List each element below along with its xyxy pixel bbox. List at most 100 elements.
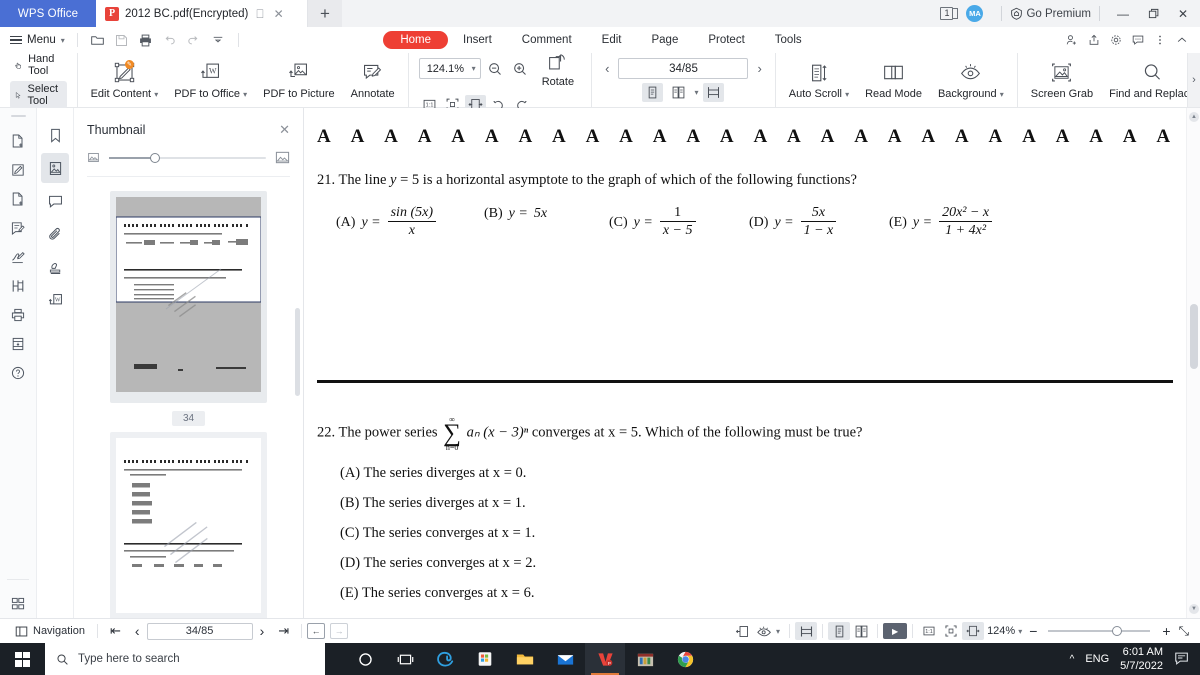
split-merge-icon[interactable] (5, 271, 31, 300)
winrar-icon[interactable] (625, 643, 665, 675)
zoom-out-button[interactable] (485, 59, 506, 78)
form-fill-icon[interactable] (5, 213, 31, 242)
new-tab-button[interactable]: + (308, 0, 342, 27)
menu-button[interactable]: Menu ▾ (10, 34, 69, 46)
collapse-ribbon-icon[interactable] (1172, 30, 1192, 50)
compress-icon[interactable] (5, 329, 31, 358)
q22-choice-c[interactable]: (C) The series converges at x = 1. (340, 525, 1186, 542)
notification-icon[interactable] (1174, 650, 1190, 669)
save-icon[interactable] (110, 29, 134, 51)
zoom-slider-knob[interactable] (1111, 626, 1122, 637)
scroll-down-arrow[interactable]: ▼ (1189, 604, 1199, 614)
convert-icon[interactable]: W (41, 285, 69, 315)
q22-choice-e[interactable]: (E) The series converges at x = 6. (340, 585, 1186, 602)
single-page-layout-button[interactable] (828, 622, 851, 640)
add-person-icon[interactable] (1062, 30, 1082, 50)
hand-tool-button[interactable]: Hand Tool (10, 51, 67, 79)
attachments-icon[interactable] (41, 219, 69, 249)
background-button[interactable]: Background ▾ (931, 58, 1011, 103)
q22-choice-b[interactable]: (B) The series diverges at x = 1. (340, 495, 1186, 512)
zoom-out-button[interactable]: − (1025, 623, 1041, 639)
customize-quick-access-icon[interactable] (206, 29, 230, 51)
pdf-to-office-button[interactable]: W PDF to Office ▾ (167, 58, 254, 103)
mail-icon[interactable] (545, 643, 585, 675)
fit-page-button[interactable] (940, 622, 962, 640)
choice-a[interactable]: (A) y = sin (5x) x (336, 205, 484, 240)
single-page-view-button[interactable] (642, 83, 664, 102)
view-eye-icon[interactable] (753, 622, 775, 640)
insert-page-icon[interactable] (5, 184, 31, 213)
chrome-icon[interactable] (665, 643, 705, 675)
select-tool-button[interactable]: Select Tool (10, 81, 67, 109)
print-icon[interactable] (5, 300, 31, 329)
thumbnail-item-current[interactable]: 34 (110, 191, 267, 426)
signature-icon[interactable] (5, 242, 31, 271)
status-page-input[interactable]: 34/85 (146, 622, 253, 640)
print-icon[interactable] (134, 29, 158, 51)
rotate-button[interactable]: Rotate (535, 46, 581, 91)
maximize-restore-button[interactable] (1138, 0, 1168, 27)
last-page-button[interactable]: ⇥ (271, 623, 296, 639)
thumbnail-frame-next[interactable] (110, 432, 267, 618)
choice-b[interactable]: (B) y = 5x (484, 206, 609, 222)
edit-page-icon[interactable] (5, 155, 31, 184)
edge-icon[interactable] (425, 643, 465, 675)
taskbar-search[interactable]: Type here to search (45, 643, 325, 675)
tab-tools[interactable]: Tools (760, 32, 817, 48)
continuous-layout-button[interactable] (795, 622, 818, 640)
read-mode-button[interactable]: Read Mode (858, 58, 929, 103)
clock[interactable]: 6:01 AM 5/7/2022 (1120, 645, 1163, 673)
screen-grab-button[interactable]: Screen Grab (1024, 58, 1100, 103)
viewer-scrollbar[interactable]: ▲ ▼ (1186, 108, 1200, 618)
next-page-button[interactable]: › (754, 61, 764, 76)
toolbar-overflow-button[interactable]: › (1187, 53, 1200, 107)
choice-e[interactable]: (E) y = 20x² − x 1 + 4x² (889, 205, 993, 240)
thumbnails-icon[interactable] (41, 153, 69, 183)
choice-d[interactable]: (D) y = 5x 1 − x (749, 205, 889, 240)
bookmarks-icon[interactable] (41, 120, 69, 150)
cortana-icon[interactable] (345, 643, 385, 675)
next-page-button[interactable]: › (253, 623, 272, 639)
feedback-icon[interactable] (1128, 30, 1148, 50)
store-icon[interactable] (465, 643, 505, 675)
back-button[interactable]: ← (307, 623, 326, 639)
zoom-in-button[interactable]: + (1157, 623, 1175, 639)
pdf-to-picture-button[interactable]: PDF to Picture (256, 58, 342, 103)
undo-icon[interactable] (158, 29, 182, 51)
fit-width-button[interactable] (962, 622, 985, 640)
more-options-icon[interactable] (1150, 30, 1170, 50)
chevron-down-icon[interactable]: ▾ (775, 627, 784, 636)
minimize-button[interactable]: — (1108, 0, 1138, 27)
forward-button[interactable]: → (330, 623, 349, 639)
rail-apps-button[interactable] (0, 590, 36, 612)
help-icon[interactable] (5, 358, 31, 387)
slider-track[interactable] (109, 152, 266, 163)
tab-page[interactable]: Page (636, 32, 693, 48)
tab-edit[interactable]: Edit (587, 32, 637, 48)
previous-page-button[interactable]: ‹ (128, 623, 147, 639)
tab-protect[interactable]: Protect (693, 32, 759, 48)
page-number-input[interactable]: 34/85 (618, 58, 749, 79)
thumbnail-frame[interactable] (110, 191, 267, 403)
restore-tab-icon[interactable]: ⎕ (254, 8, 265, 20)
close-window-button[interactable]: ✕ (1168, 0, 1198, 27)
document-tab[interactable]: P 2012 BC.pdf(Encrypted) ⎕ ✕ (96, 0, 308, 27)
scroll-up-arrow[interactable]: ▲ (1189, 112, 1199, 122)
file-explorer-icon[interactable] (505, 643, 545, 675)
scroll-thumb[interactable] (1190, 304, 1198, 369)
thumbnail-scrollbar[interactable] (295, 308, 300, 396)
slider-knob[interactable] (149, 152, 160, 163)
previous-page-button[interactable]: ‹ (602, 61, 612, 76)
comments-icon[interactable] (41, 186, 69, 216)
close-thumbnail-panel-button[interactable]: ✕ (279, 122, 290, 138)
q22-choice-d[interactable]: (D) The series converges at x = 2. (340, 555, 1186, 572)
open-icon[interactable] (86, 29, 110, 51)
wps-office-icon[interactable]: P (585, 643, 625, 675)
continuous-scroll-button[interactable] (703, 83, 725, 102)
start-button[interactable] (0, 643, 45, 675)
zoom-percent-dropdown[interactable]: 124% ▾ (984, 625, 1025, 637)
fullscreen-button[interactable]: ⤡ (1176, 623, 1192, 639)
annotate-button[interactable]: Annotate (344, 58, 402, 103)
zoom-in-button[interactable] (510, 59, 531, 78)
actual-size-button[interactable]: 1:1 (918, 622, 940, 640)
